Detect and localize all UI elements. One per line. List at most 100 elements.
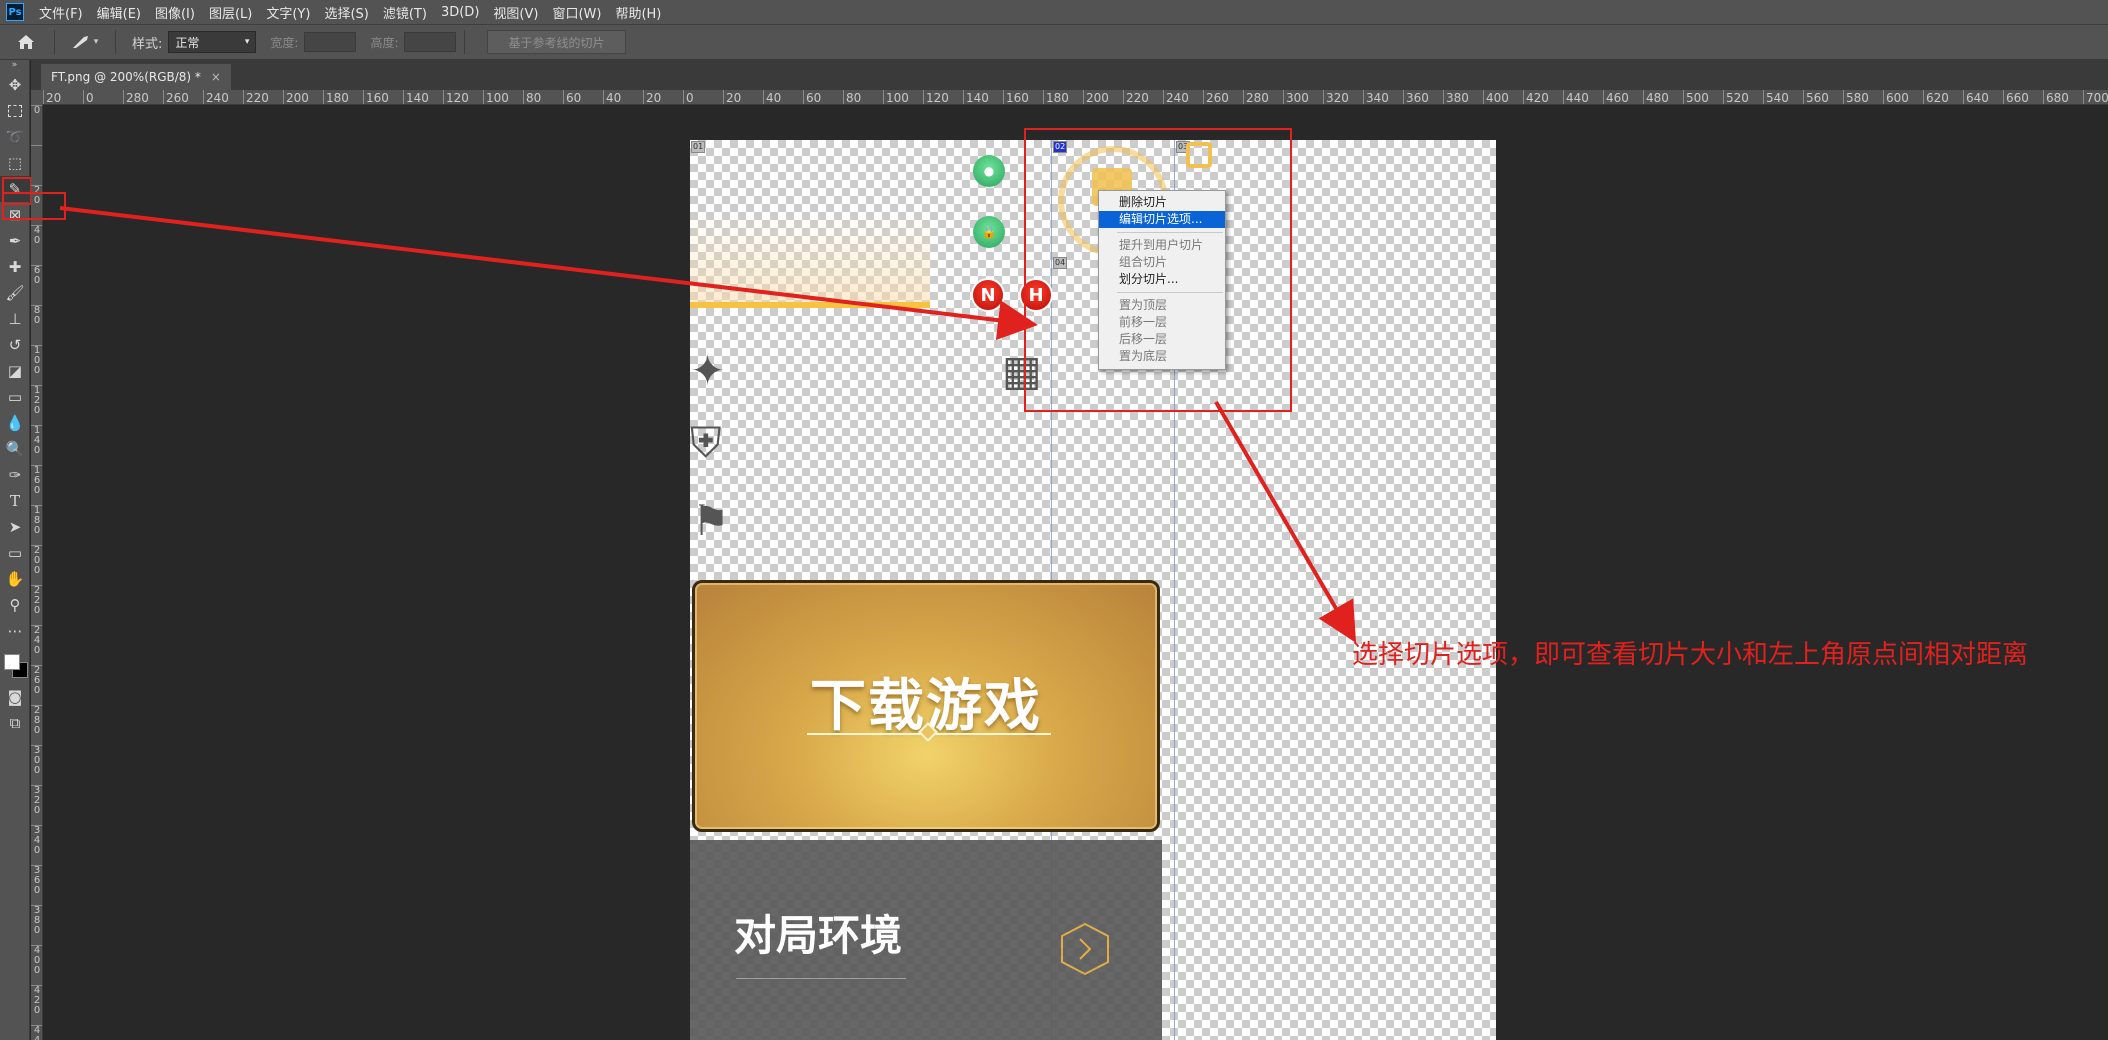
menu-image[interactable]: 图像(I) <box>148 3 202 22</box>
ruler-tick: 360 <box>1403 90 1429 104</box>
chevron-down-icon: ▾ <box>244 37 250 47</box>
ruler-tick: 440 <box>1563 90 1589 104</box>
collapse-icon[interactable]: » <box>0 60 29 72</box>
brush-tool[interactable]: 🖌 <box>0 280 30 306</box>
ruler-tick: 400 <box>1483 90 1509 104</box>
ruler-tick: 180 <box>31 505 42 536</box>
zoom-tool[interactable]: ⚲ <box>0 592 30 618</box>
rectangle-icon: ▭ <box>7 544 23 562</box>
menu-window[interactable]: 窗口(W) <box>545 3 608 22</box>
ruler-tick: 200 <box>1083 90 1109 104</box>
ruler-tick: 280 <box>123 90 149 104</box>
slice-badge-01[interactable]: 01 <box>691 141 706 153</box>
type-tool[interactable]: T <box>0 488 30 514</box>
menu-view[interactable]: 视图(V) <box>486 3 545 22</box>
ruler-tick: 320 <box>1323 90 1349 104</box>
slice-tool-icon <box>72 36 88 48</box>
horizontal-ruler[interactable]: 20 0 280 260 240 220 200 180 160 140 120 100 80 60 40 2… <box>43 90 2108 105</box>
ruler-tick: 420 <box>1523 90 1549 104</box>
magnifier-icon: ⚲ <box>9 596 21 614</box>
ruler-tick: 220 <box>31 585 42 616</box>
ruler-tick: 60 <box>803 90 821 104</box>
style-value: 正常 <box>175 35 200 50</box>
menu-3d[interactable]: 3D(D) <box>434 5 486 20</box>
healing-tool[interactable]: ✚ <box>0 254 30 280</box>
width-field[interactable] <box>304 32 357 52</box>
ruler-tick: 440 <box>31 1025 42 1040</box>
lasso-tool[interactable]: ➰ <box>0 124 30 150</box>
photoshop-logo: Ps <box>6 3 24 21</box>
path-select-tool[interactable]: ➤ <box>0 514 30 540</box>
menu-filter[interactable]: 滤镜(T) <box>376 3 434 22</box>
menu-edit[interactable]: 编辑(E) <box>90 3 148 22</box>
ruler-tick: 420 <box>31 985 42 1016</box>
slices-from-guides-button[interactable]: 基于参考线的切片 <box>487 30 626 54</box>
pen-tool[interactable]: ✑ <box>0 462 30 488</box>
menu-layer[interactable]: 图层(L) <box>202 3 259 22</box>
yellow-bar-image <box>690 302 930 308</box>
menu-type[interactable]: 文字(Y) <box>259 3 317 22</box>
dodge-tool[interactable]: 🔍 <box>0 436 30 462</box>
marquee-tool[interactable] <box>0 98 30 124</box>
hand-icon: ✋ <box>5 570 25 588</box>
ruler-tick: 540 <box>1763 90 1789 104</box>
annotation-text: 选择切片选项，即可查看切片大小和左上角原点间相对距离 <box>1352 640 2029 670</box>
ruler-tick: 160 <box>363 90 389 104</box>
match-environment-text: 对局环境 <box>734 911 903 960</box>
move-icon: ✥ <box>8 76 22 94</box>
options-separator <box>54 30 55 54</box>
stamp-tool[interactable]: ⊥ <box>0 306 30 332</box>
pen-icon: ✑ <box>8 466 22 484</box>
ruler-tick: 240 <box>203 90 229 104</box>
ruler-tick: 20 <box>643 90 661 104</box>
ruler-tick: 0 <box>83 90 94 104</box>
gradient-tool[interactable]: ▭ <box>0 384 30 410</box>
ruler-tick: 40 <box>31 225 42 246</box>
ruler-tick: 40 <box>763 90 781 104</box>
n-button: N <box>971 278 1005 312</box>
ruler-tick: 140 <box>31 425 42 456</box>
ruler-tick: 520 <box>1723 90 1749 104</box>
ruler-tick: 360 <box>31 865 42 896</box>
color-swatches[interactable] <box>0 644 29 684</box>
rectangle-tool[interactable]: ▭ <box>0 540 30 566</box>
vertical-ruler[interactable]: 0204060801001201401601802002202402602803… <box>31 105 43 1040</box>
green-button-icon: ● <box>973 155 1005 187</box>
document-tab[interactable]: FT.png @ 200%(RGB/8) * × <box>41 64 231 90</box>
menu-help[interactable]: 帮助(H) <box>608 3 668 22</box>
ruler-tick: 20 <box>723 90 741 104</box>
ruler-tick: 280 <box>1243 90 1269 104</box>
foreground-color[interactable] <box>4 654 20 670</box>
object-select-tool[interactable]: ⬚ <box>0 150 30 176</box>
hand-tool[interactable]: ✋ <box>0 566 30 592</box>
ruler-tick <box>31 145 42 146</box>
height-field[interactable] <box>404 32 457 52</box>
ruler-tick: 660 <box>2003 90 2029 104</box>
width-label: 宽度: <box>270 35 299 50</box>
screen-mode-icon: ⧉ <box>9 714 21 732</box>
tool-preset-picker[interactable]: ▾ <box>63 28 107 56</box>
history-brush-tool[interactable]: ↺ <box>0 332 30 358</box>
ruler-tick: 320 <box>31 785 42 816</box>
ruler-tick: 300 <box>1283 90 1309 104</box>
ruler-tick: 60 <box>31 265 42 286</box>
eyedropper-tool[interactable]: ✒ <box>0 228 30 254</box>
helmet-icon: ⛨ <box>690 418 722 467</box>
ruler-tick: 180 <box>323 90 349 104</box>
style-select[interactable]: 正常 ▾ <box>168 31 257 53</box>
menu-select[interactable]: 选择(S) <box>317 3 375 22</box>
brush-icon: 🖌 <box>5 284 25 302</box>
ruler-tick: 680 <box>2043 90 2069 104</box>
eraser-tool[interactable]: ◪ <box>0 358 30 384</box>
quick-mask-tool[interactable]: ◙ <box>0 684 30 710</box>
blur-tool[interactable]: 💧 <box>0 410 30 436</box>
home-button[interactable] <box>6 28 46 56</box>
move-tool[interactable]: ✥ <box>0 72 30 98</box>
gradient-icon: ▭ <box>7 388 23 406</box>
more-tools[interactable]: ⋯ <box>0 618 30 644</box>
close-icon[interactable]: × <box>211 70 221 84</box>
menu-file[interactable]: 文件(F) <box>32 3 90 22</box>
screen-mode-tool[interactable]: ⧉ <box>0 710 30 736</box>
ruler-tick: 80 <box>843 90 861 104</box>
dodge-icon: 🔍 <box>5 440 25 458</box>
